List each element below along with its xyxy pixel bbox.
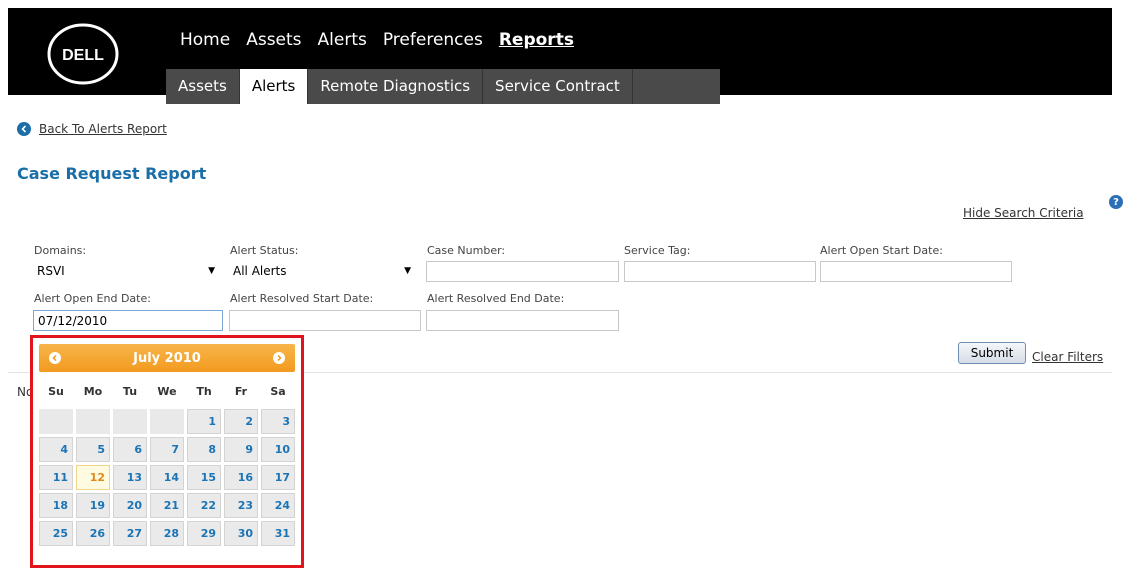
datepicker-calendar: July 2010 Su Mo Tu We Th Fr Sa 1 2 3 4 5 6 7 8 9 10 11 12 1… <box>30 335 304 568</box>
next-month-icon[interactable] <box>272 352 285 364</box>
calendar-day[interactable]: 24 <box>261 493 295 518</box>
domains-value: RSVI <box>37 263 65 278</box>
calendar-day[interactable]: 7 <box>150 437 184 462</box>
calendar-day[interactable]: 23 <box>224 493 258 518</box>
weekday-header: Tu <box>122 384 138 398</box>
calendar-day[interactable]: 13 <box>113 465 147 490</box>
nav-alerts[interactable]: Alerts <box>310 26 375 54</box>
tab-alerts[interactable]: Alerts <box>239 69 309 104</box>
calendar-day[interactable]: 5 <box>76 437 110 462</box>
calendar-day[interactable]: 28 <box>150 521 184 546</box>
report-sub-tabs: Assets Alerts Remote Diagnostics Service… <box>166 69 720 104</box>
calendar-day[interactable]: 21 <box>150 493 184 518</box>
main-navigation: Home Assets Alerts Preferences Reports <box>172 26 582 54</box>
calendar-empty-cell <box>76 409 110 434</box>
alert-open-end-date-input[interactable] <box>33 310 223 331</box>
service-tag-label: Service Tag: <box>624 244 691 257</box>
weekday-header: Th <box>196 384 212 398</box>
calendar-grid: Su Mo Tu We Th Fr Sa 1 2 3 4 5 6 7 8 9 10 11 12 13 14 15 16 17 1… <box>39 376 295 546</box>
calendar-day[interactable]: 15 <box>187 465 221 490</box>
calendar-day[interactable]: 26 <box>76 521 110 546</box>
calendar-day[interactable]: 10 <box>261 437 295 462</box>
calendar-day[interactable]: 22 <box>187 493 221 518</box>
weekday-header: Su <box>48 384 64 398</box>
help-icon[interactable]: ? <box>1109 195 1123 209</box>
calendar-day[interactable]: 11 <box>39 465 73 490</box>
weekday-header: Fr <box>234 384 248 398</box>
dropdown-arrow-icon: ▼ <box>404 265 411 276</box>
calendar-day[interactable]: 29 <box>187 521 221 546</box>
domains-select[interactable]: RSVI ▼ <box>33 260 219 281</box>
calendar-header: July 2010 <box>39 344 295 372</box>
hide-search-criteria-link[interactable]: Hide Search Criteria <box>963 206 1084 220</box>
top-header-bar: DELL Home Assets Alerts Preferences Repo… <box>8 8 1112 104</box>
alert-status-value: All Alerts <box>233 263 287 278</box>
calendar-day[interactable]: 17 <box>261 465 295 490</box>
calendar-day[interactable]: 8 <box>187 437 221 462</box>
nav-reports[interactable]: Reports <box>491 26 582 54</box>
calendar-empty-cell <box>113 409 147 434</box>
calendar-day[interactable]: 9 <box>224 437 258 462</box>
domains-label: Domains: <box>34 244 87 257</box>
calendar-day[interactable]: 14 <box>150 465 184 490</box>
dropdown-arrow-icon: ▼ <box>208 265 215 276</box>
weekday-header: Sa <box>270 384 286 398</box>
dell-logo[interactable]: DELL <box>46 22 120 86</box>
alert-resolved-start-date-label: Alert Resolved Start Date: <box>230 292 374 305</box>
calendar-day[interactable]: 31 <box>261 521 295 546</box>
calendar-day[interactable]: 2 <box>224 409 258 434</box>
tab-assets[interactable]: Assets <box>166 69 240 104</box>
nav-home[interactable]: Home <box>172 26 238 54</box>
weekday-header: Mo <box>83 384 103 398</box>
calendar-day[interactable]: 12 <box>76 465 110 490</box>
calendar-month-title: July 2010 <box>133 350 201 366</box>
prev-month-icon[interactable] <box>49 352 61 364</box>
calendar-day[interactable]: 3 <box>261 409 295 434</box>
back-arrow-icon[interactable] <box>17 122 31 136</box>
alert-open-start-date-label: Alert Open Start Date: <box>820 244 943 257</box>
case-number-input[interactable] <box>426 261 619 282</box>
calendar-day[interactable]: 16 <box>224 465 258 490</box>
alert-resolved-start-date-input[interactable] <box>229 310 421 331</box>
case-number-label: Case Number: <box>427 244 506 257</box>
alert-open-start-date-input[interactable] <box>820 261 1012 282</box>
alert-status-label: Alert Status: <box>230 244 299 257</box>
calendar-empty-cell <box>39 409 73 434</box>
calendar-empty-cell <box>150 409 184 434</box>
calendar-day[interactable]: 19 <box>76 493 110 518</box>
calendar-day[interactable]: 25 <box>39 521 73 546</box>
alert-status-select[interactable]: All Alerts ▼ <box>229 260 415 281</box>
alert-resolved-end-date-input[interactable] <box>426 310 619 331</box>
service-tag-input[interactable] <box>624 261 816 282</box>
nav-preferences[interactable]: Preferences <box>375 26 491 54</box>
calendar-day[interactable]: 1 <box>187 409 221 434</box>
back-link-row: Back To Alerts Report <box>17 122 167 136</box>
alert-open-end-date-label: Alert Open End Date: <box>34 292 151 305</box>
nav-assets[interactable]: Assets <box>238 26 309 54</box>
page-title: Case Request Report <box>17 164 207 183</box>
tab-remote-diagnostics[interactable]: Remote Diagnostics <box>308 69 484 104</box>
calendar-day[interactable]: 4 <box>39 437 73 462</box>
back-to-alerts-report-link[interactable]: Back To Alerts Report <box>39 122 167 136</box>
calendar-day[interactable]: 6 <box>113 437 147 462</box>
clear-filters-link[interactable]: Clear Filters <box>1032 350 1103 364</box>
calendar-day[interactable]: 30 <box>224 521 258 546</box>
logo-text: DELL <box>62 47 104 64</box>
calendar-day[interactable]: 27 <box>113 521 147 546</box>
alert-resolved-end-date-label: Alert Resolved End Date: <box>427 292 565 305</box>
calendar-day[interactable]: 18 <box>39 493 73 518</box>
weekday-header: We <box>157 384 177 398</box>
calendar-day[interactable]: 20 <box>113 493 147 518</box>
tab-service-contract[interactable]: Service Contract <box>483 69 633 104</box>
submit-button[interactable]: Submit <box>958 342 1026 364</box>
